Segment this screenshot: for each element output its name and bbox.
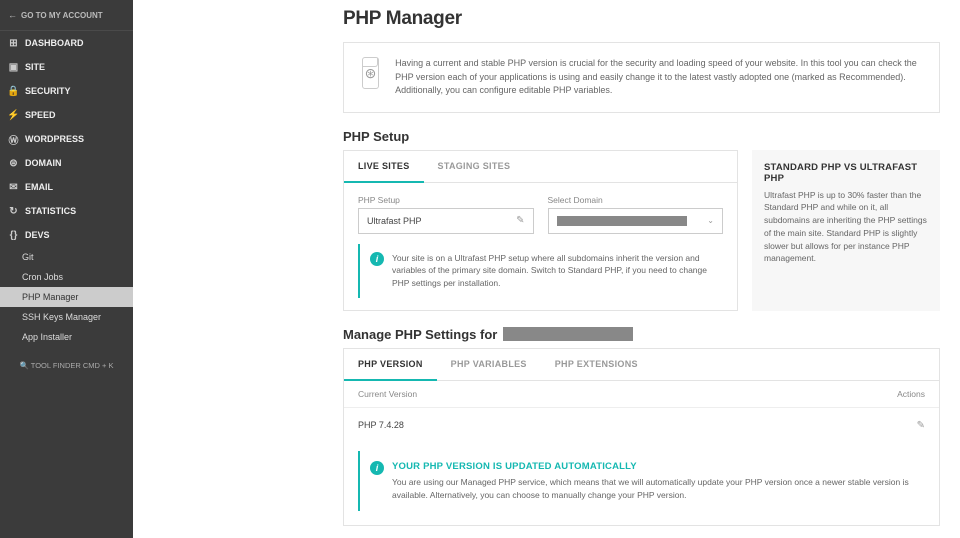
php-setup-card: LIVE SITES STAGING SITES PHP Setup Ultra… (343, 150, 738, 311)
lock-icon: 🔒 (8, 86, 19, 97)
nav-speed[interactable]: ⚡SPEED (0, 103, 133, 127)
php-setup-title: PHP Setup (343, 129, 960, 144)
col-current-version: Current Version (358, 389, 417, 399)
sub-cron-jobs[interactable]: Cron Jobs (0, 267, 133, 287)
auto-update-text: You are using our Managed PHP service, w… (392, 476, 915, 502)
speed-icon: ⚡ (8, 110, 19, 121)
php-setup-select[interactable]: Ultrafast PHP ✎ (358, 208, 534, 234)
php-setup-label: PHP Setup (358, 195, 534, 205)
page-title: PHP Manager (133, 0, 960, 42)
version-table-header: Current Version Actions (344, 381, 939, 408)
nav-wordpress[interactable]: ⓦWORDPRESS (0, 127, 133, 151)
nav-site[interactable]: ▣SITE (0, 55, 133, 79)
select-domain-label: Select Domain (548, 195, 724, 205)
nav-dashboard[interactable]: ⊞DASHBOARD (0, 31, 133, 55)
devs-submenu: Git Cron Jobs PHP Manager SSH Keys Manag… (0, 247, 133, 347)
select-domain-dropdown[interactable]: ⌄ (548, 208, 724, 234)
tab-php-version[interactable]: PHP VERSION (344, 349, 437, 381)
nav-domain[interactable]: ⊜DOMAIN (0, 151, 133, 175)
php-setup-value: Ultrafast PHP (367, 216, 422, 226)
sub-php-manager[interactable]: PHP Manager (0, 287, 133, 307)
version-table-row: PHP 7.4.28 ✎ (344, 408, 939, 443)
manage-settings-title: Manage PHP Settings for (343, 327, 960, 342)
info-icon: i (370, 461, 384, 475)
email-icon: ✉ (8, 182, 19, 193)
side-card-title: STANDARD PHP VS ULTRAFAST PHP (764, 162, 928, 184)
setup-tabs: LIVE SITES STAGING SITES (344, 151, 737, 183)
tab-php-variables[interactable]: PHP VARIABLES (437, 349, 541, 380)
standard-vs-ultrafast-card: STANDARD PHP VS ULTRAFAST PHP Ultrafast … (752, 150, 940, 311)
manage-tabs: PHP VERSION PHP VARIABLES PHP EXTENSIONS (344, 349, 939, 381)
col-actions: Actions (897, 389, 925, 399)
nav-statistics[interactable]: ↻STATISTICS (0, 199, 133, 223)
auto-update-banner: i YOUR PHP VERSION IS UPDATED AUTOMATICA… (358, 451, 925, 512)
intro-card: ⊛ Having a current and stable PHP versio… (343, 42, 940, 113)
sub-ssh-keys[interactable]: SSH Keys Manager (0, 307, 133, 327)
edit-version-button[interactable]: ✎ (917, 420, 925, 431)
php-folder-icon: ⊛ (362, 57, 379, 89)
site-icon: ▣ (8, 62, 19, 73)
grid-icon: ⊞ (8, 38, 19, 49)
ultrafast-info-text: Your site is on a Ultrafast PHP setup wh… (392, 252, 713, 290)
sub-app-installer[interactable]: App Installer (0, 327, 133, 347)
nav-security[interactable]: 🔒SECURITY (0, 79, 133, 103)
sub-git[interactable]: Git (0, 247, 133, 267)
wordpress-icon: ⓦ (8, 134, 19, 145)
statistics-icon: ↻ (8, 206, 19, 217)
auto-update-title: YOUR PHP VERSION IS UPDATED AUTOMATICALL… (392, 461, 915, 472)
intro-text: Having a current and stable PHP version … (395, 57, 921, 98)
ultrafast-info-banner: i Your site is on a Ultrafast PHP setup … (358, 244, 723, 298)
go-to-account-link[interactable]: GO TO MY ACCOUNT (0, 0, 133, 31)
tab-live-sites[interactable]: LIVE SITES (344, 151, 424, 183)
tab-php-extensions[interactable]: PHP EXTENSIONS (541, 349, 652, 380)
nav-email[interactable]: ✉EMAIL (0, 175, 133, 199)
pencil-icon[interactable]: ✎ (516, 215, 524, 226)
sidebar: GO TO MY ACCOUNT ⊞DASHBOARD ▣SITE 🔒SECUR… (0, 0, 133, 538)
manage-settings-card: PHP VERSION PHP VARIABLES PHP EXTENSIONS… (343, 348, 940, 527)
main-content: PHP Manager ⊛ Having a current and stabl… (133, 0, 960, 538)
tab-staging-sites[interactable]: STAGING SITES (424, 151, 525, 182)
side-card-text: Ultrafast PHP is up to 30% faster than t… (764, 189, 928, 266)
tool-finder[interactable]: 🔍 TOOL FINDER CMD + K (0, 355, 133, 376)
nav-devs[interactable]: {}DEVS (0, 223, 133, 247)
chevron-down-icon: ⌄ (707, 216, 714, 225)
domain-icon: ⊜ (8, 158, 19, 169)
devs-icon: {} (8, 230, 19, 241)
domain-value-redacted (557, 216, 687, 226)
info-icon: i (370, 252, 384, 266)
php-version-value: PHP 7.4.28 (358, 420, 404, 430)
domain-name-redacted (503, 327, 633, 341)
